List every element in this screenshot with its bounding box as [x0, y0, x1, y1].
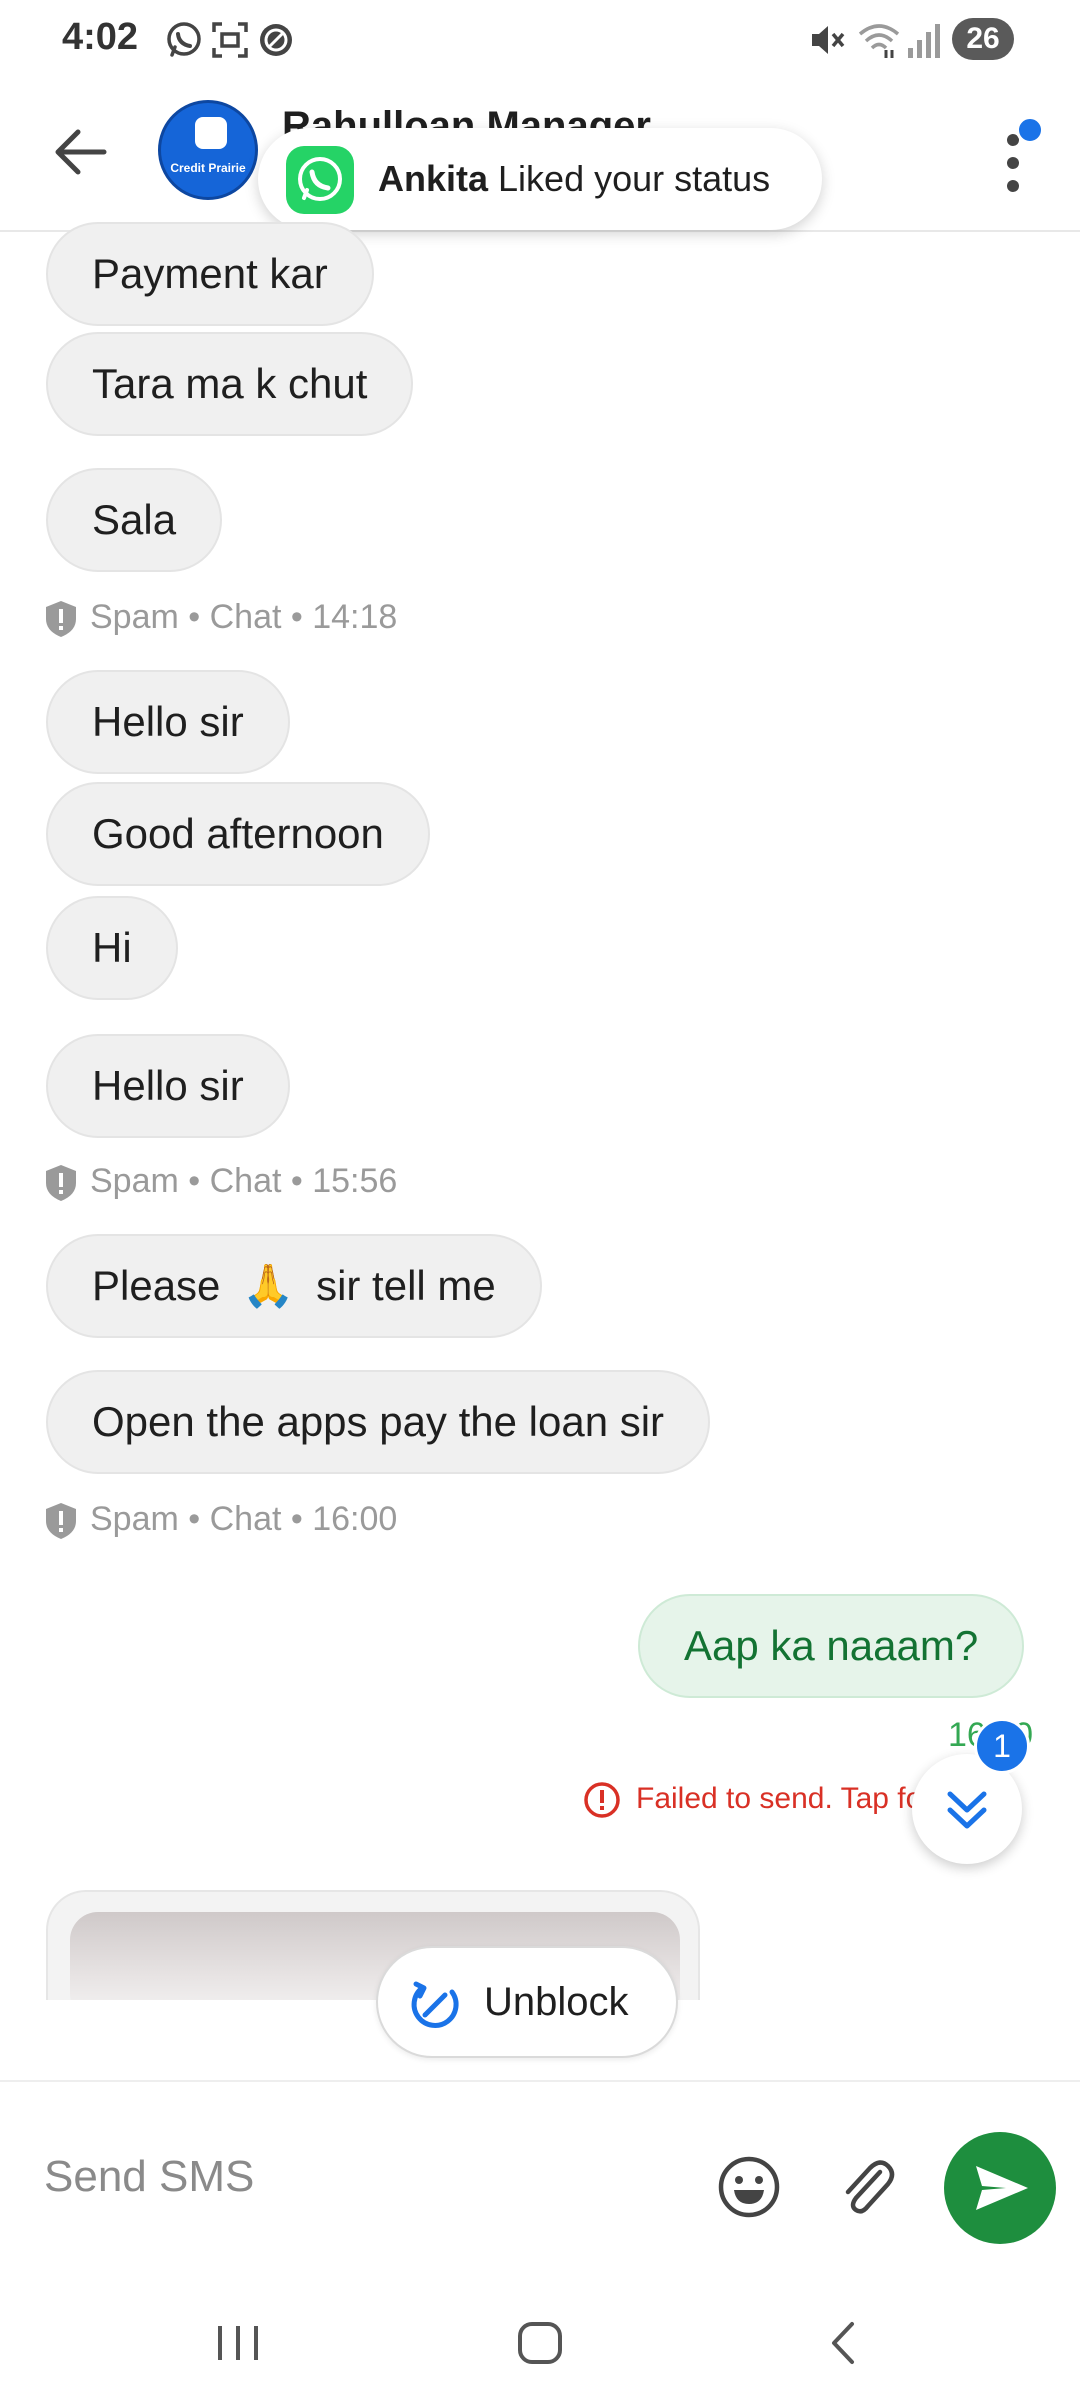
credit-prairie-logo [195, 117, 227, 149]
shield-icon [46, 601, 76, 638]
avatar[interactable]: Credit Prairie [158, 100, 258, 200]
wifi-icon [858, 24, 900, 58]
whatsapp-icon [286, 146, 354, 214]
message-bubble[interactable]: Hello sir [46, 670, 290, 774]
system-navigation-bar [0, 2280, 1080, 2400]
meta-text: Spam • Chat • 14:18 [90, 598, 398, 636]
message-composer [0, 2080, 1080, 2280]
status-bar: 4:02 26 [0, 0, 1080, 80]
mute-icon [812, 26, 845, 54]
home-icon[interactable] [500, 2312, 580, 2372]
recents-icon[interactable] [198, 2312, 278, 2372]
notification-dot [1016, 116, 1044, 144]
message-bubble[interactable]: Hi [46, 896, 178, 1000]
screenshot-icon [212, 22, 248, 58]
status-time: 4:02 [62, 16, 139, 58]
failed-to-send-text: Failed to send. Tap fo [636, 1781, 923, 1815]
toast-name: Ankita [378, 158, 489, 199]
message-bubble[interactable]: Hello sir [46, 1034, 290, 1138]
error-icon [584, 1782, 620, 1818]
meta-text: Spam • Chat • 16:00 [90, 1500, 398, 1538]
message-bubble[interactable]: Please 🙏 sir tell me [46, 1234, 542, 1338]
message-text: Please [92, 1262, 221, 1309]
folded-hands-emoji: 🙏 [242, 1262, 295, 1309]
message-text: sir tell me [316, 1262, 496, 1309]
sms-input[interactable] [44, 2142, 664, 2212]
do-not-disturb-icon [260, 24, 292, 56]
menu-dot [1007, 180, 1019, 192]
emoji-icon[interactable] [716, 2154, 782, 2220]
message-meta: Spam • Chat • 14:18 [44, 598, 397, 638]
unblock-label: Unblock [484, 1980, 629, 2024]
toast-message: Liked your status [498, 158, 771, 199]
message-meta: Spam • Chat • 16:00 [44, 1500, 397, 1540]
message-bubble[interactable]: Open the apps pay the loan sir [46, 1370, 711, 1474]
avatar-label: Credit Prairie [170, 161, 246, 175]
shield-icon [46, 1165, 76, 1202]
paperclip-icon[interactable] [836, 2154, 896, 2220]
sent-message-bubble[interactable]: Aap ka naaam? [638, 1594, 1025, 1698]
menu-dot [1007, 157, 1019, 169]
whatsapp-toast[interactable]: Ankita Liked your status [258, 128, 822, 230]
arrow-left-icon[interactable] [48, 120, 112, 184]
message-bubble[interactable]: Good afternoon [46, 782, 430, 886]
battery-indicator: 26 [952, 18, 1014, 60]
send-icon [976, 2166, 1028, 2210]
message-meta: Spam • Chat • 15:56 [44, 1162, 397, 1202]
unblock-button[interactable]: Unblock [376, 1946, 678, 2058]
send-button[interactable] [944, 2132, 1056, 2244]
meta-text: Spam • Chat • 15:56 [90, 1162, 398, 1200]
failed-to-send-notice[interactable]: Failed to send. Tap fo [582, 1780, 922, 1824]
message-bubble[interactable]: Tara ma k chut [46, 332, 414, 436]
signal-icon [908, 24, 940, 58]
toast-text: Ankita Liked your status [378, 158, 770, 200]
message-bubble[interactable]: Payment kar [46, 222, 374, 326]
unread-count-badge: 1 [974, 1718, 1030, 1774]
message-bubble[interactable]: Sala [46, 468, 223, 572]
whatsapp-icon [167, 22, 201, 57]
unblock-icon [411, 1981, 459, 2028]
back-nav-icon[interactable] [804, 2312, 884, 2372]
shield-icon [46, 1503, 76, 1540]
